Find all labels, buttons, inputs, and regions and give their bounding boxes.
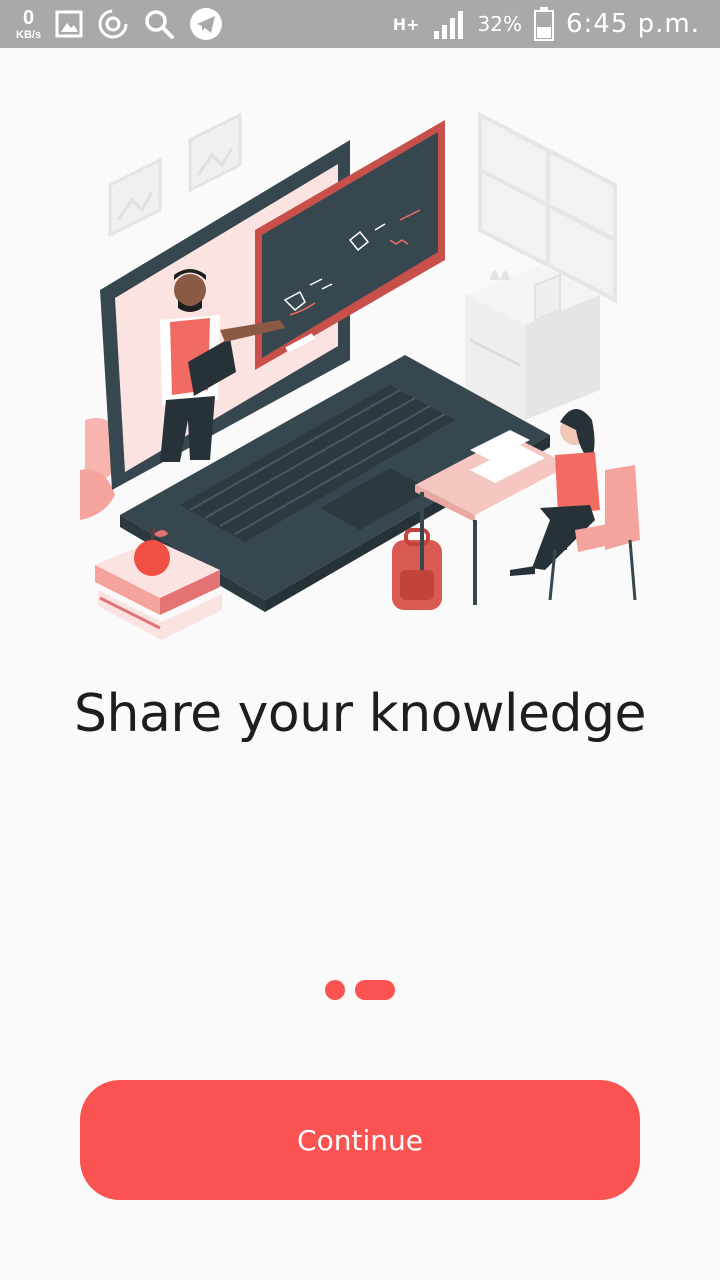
dresser [465, 265, 600, 420]
network-speed-indicator: 0 KB/s [16, 8, 41, 41]
status-bar: 0 KB/s H+ 32% 6:45 p.m. [0, 0, 720, 48]
battery-percent: 32% [477, 12, 522, 36]
backpack [392, 528, 442, 610]
onboarding-headline: Share your knowledge [74, 684, 646, 744]
signal-icon [432, 9, 466, 39]
page-indicator-dot-2-active[interactable] [355, 980, 395, 1000]
gallery-icon [55, 10, 83, 38]
network-speed-unit: KB/s [16, 28, 42, 41]
clock: 6:45 p.m. [565, 9, 700, 39]
status-bar-left: 0 KB/s [0, 7, 223, 41]
sync-icon [97, 8, 129, 40]
continue-button[interactable]: Continue [80, 1080, 640, 1200]
network-speed-value: 0 [22, 6, 35, 29]
status-bar-right: H+ 32% 6:45 p.m. [393, 7, 720, 41]
telegram-icon [189, 7, 223, 41]
online-teaching-illustration [70, 100, 660, 660]
battery-icon [533, 7, 554, 41]
page-indicator [0, 980, 720, 1000]
search-icon [143, 8, 175, 40]
network-type-label: H+ [392, 14, 420, 34]
page-indicator-dot-1[interactable] [325, 980, 345, 1000]
wall-picture-frames [108, 112, 242, 238]
